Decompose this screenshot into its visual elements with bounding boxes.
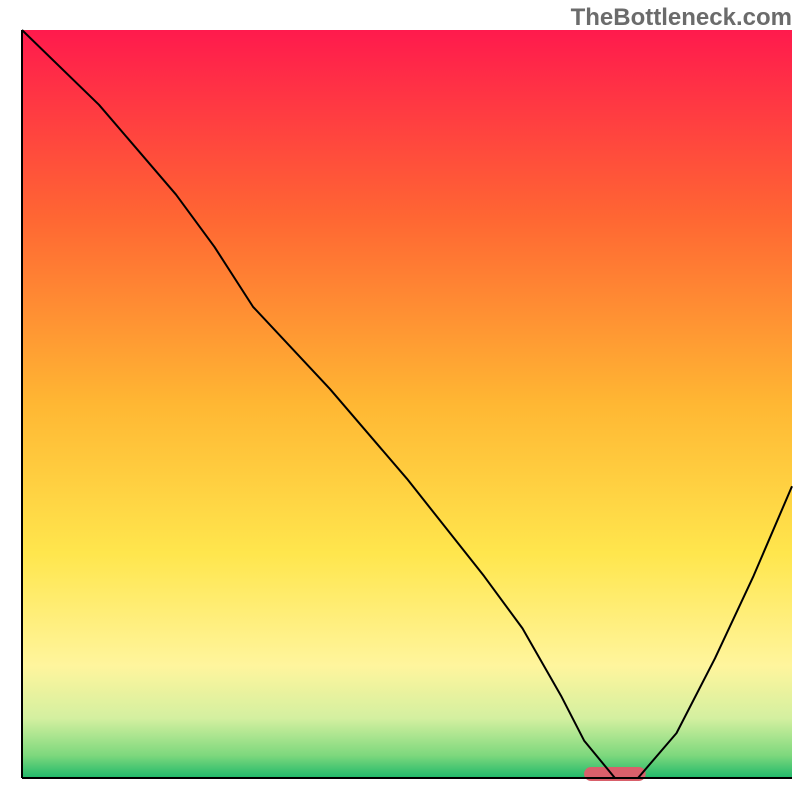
bottleneck-chart: TheBottleneck.com	[0, 0, 800, 800]
chart-svg	[0, 0, 800, 800]
plot-background	[22, 30, 792, 778]
watermark-text: TheBottleneck.com	[571, 4, 792, 32]
